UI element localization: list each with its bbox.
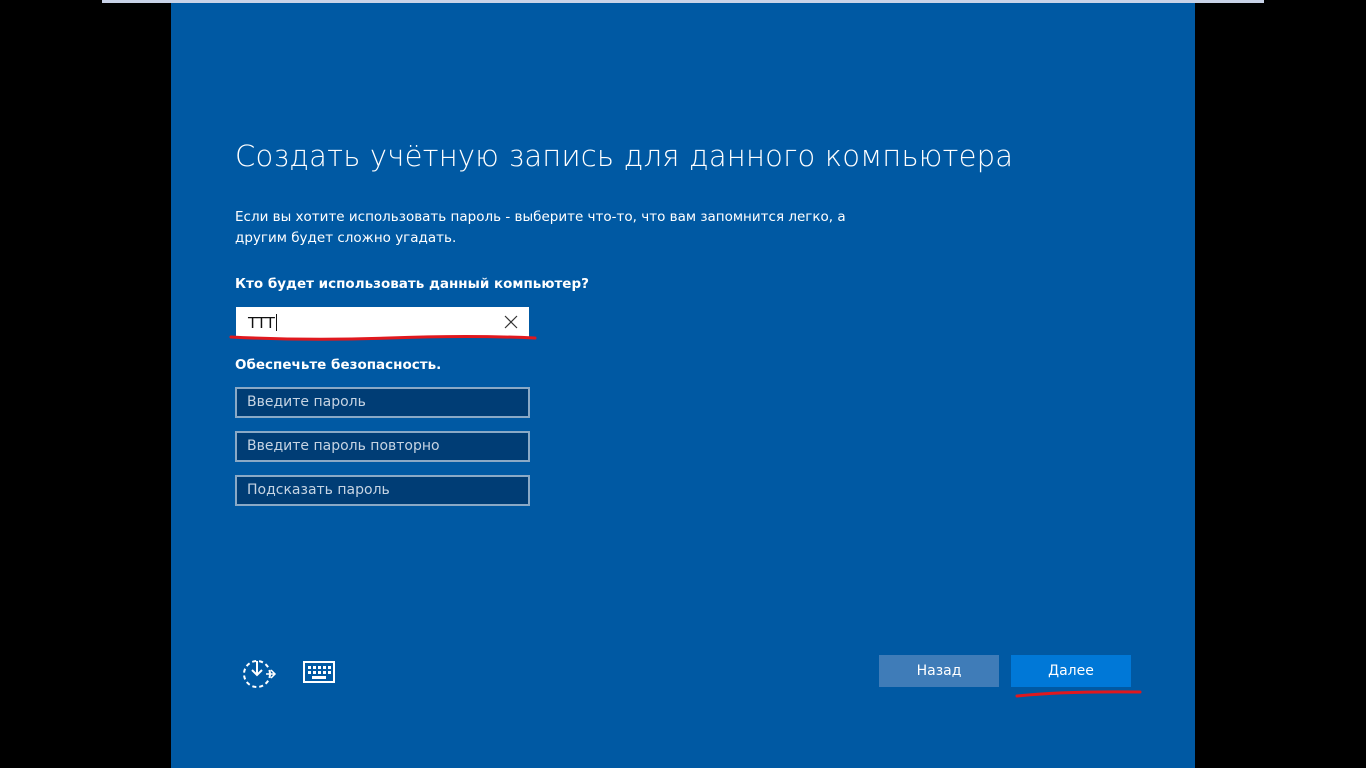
close-icon[interactable] bbox=[503, 314, 519, 330]
annotation-underline-next bbox=[1015, 690, 1142, 698]
password-hint-placeholder: Подсказать пароль bbox=[247, 482, 390, 498]
oobe-panel: Создать учётную запись для данного компь… bbox=[171, 3, 1195, 768]
password-confirm-placeholder: Введите пароль повторно bbox=[247, 438, 440, 454]
back-button[interactable]: Назад bbox=[879, 655, 999, 687]
keyboard-icon[interactable] bbox=[303, 661, 335, 683]
page-description: Если вы хотите использовать пароль - выб… bbox=[235, 209, 846, 246]
password-hint-input[interactable]: Подсказать пароль bbox=[235, 475, 530, 506]
username-label: Кто будет использовать данный компьютер? bbox=[235, 276, 589, 292]
annotation-underline bbox=[229, 335, 537, 341]
next-button[interactable]: Далее bbox=[1011, 655, 1131, 687]
security-label: Обеспечьте безопасность. bbox=[235, 357, 442, 373]
page-title: Создать учётную запись для данного компь… bbox=[235, 139, 1014, 173]
password-confirm-input[interactable]: Введите пароль повторно bbox=[235, 431, 530, 462]
username-value: TTT bbox=[248, 314, 277, 332]
password-placeholder: Введите пароль bbox=[247, 394, 366, 410]
password-input[interactable]: Введите пароль bbox=[235, 387, 530, 418]
ease-of-access-icon[interactable] bbox=[241, 657, 277, 689]
